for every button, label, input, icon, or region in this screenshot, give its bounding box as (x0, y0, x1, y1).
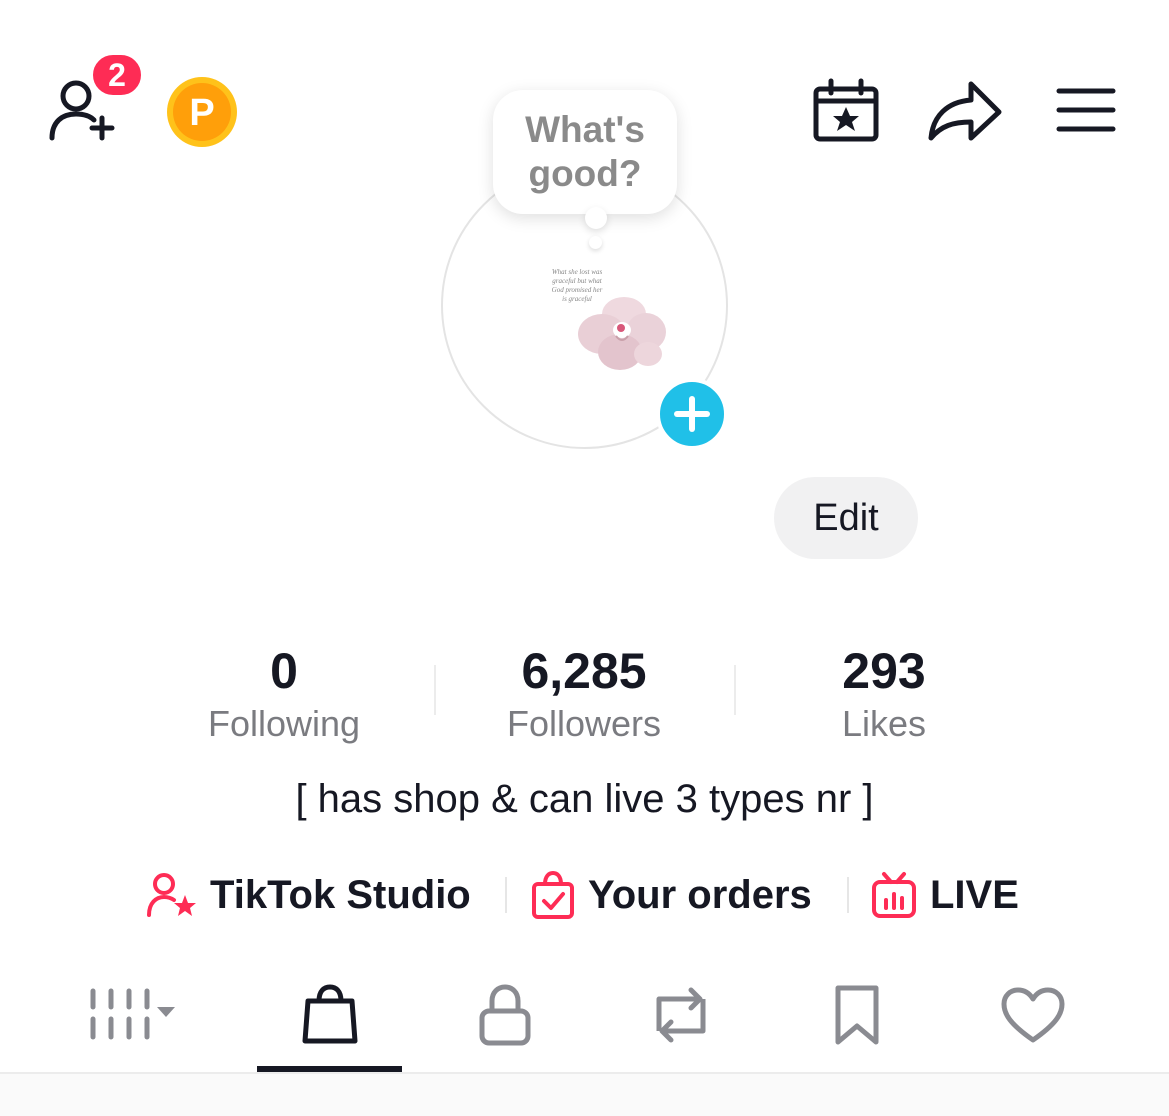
content-area-top (0, 1074, 1169, 1116)
live-tv-icon (872, 872, 916, 918)
your-orders-link[interactable]: Your orders (530, 866, 812, 924)
coin-icon[interactable]: P (165, 75, 239, 149)
following-stat[interactable]: 0 Following (154, 640, 414, 746)
tab-favorites[interactable] (782, 975, 932, 1055)
edit-profile-button[interactable]: Edit (774, 477, 918, 559)
live-label: LIVE (930, 872, 1019, 917)
plus-icon (674, 396, 710, 432)
stat-divider (434, 665, 436, 715)
bookmark-icon (835, 985, 879, 1045)
tiktok-studio-label: TikTok Studio (210, 872, 471, 917)
calendar-star-icon[interactable] (808, 76, 884, 146)
following-label: Following (207, 703, 361, 744)
likes-count: 293 (842, 643, 926, 699)
tab-liked[interactable] (958, 975, 1108, 1055)
tab-videos-grid[interactable] (60, 975, 210, 1055)
following-count: 0 (270, 643, 298, 699)
thought-bubble-dot-small (589, 236, 602, 249)
lock-icon (479, 984, 531, 1046)
status-thought-bubble[interactable]: What's good? (493, 90, 677, 214)
menu-icon[interactable] (1050, 80, 1122, 140)
followers-stat[interactable]: 6,285 Followers (454, 640, 714, 746)
followers-label: Followers (506, 703, 662, 744)
tab-shop[interactable] (255, 975, 405, 1055)
grid-bars-dropdown-icon (90, 988, 175, 1040)
tab-private[interactable] (430, 975, 580, 1055)
heart-icon (1001, 987, 1065, 1043)
likes-label: Likes (841, 703, 927, 744)
profile-page: 2 P What she lost was graceful but what (0, 0, 1169, 1116)
likes-stat[interactable]: 293 Likes (754, 640, 1014, 746)
quick-link-divider (505, 877, 507, 913)
add-story-button[interactable] (656, 378, 728, 450)
shopping-bag-icon (302, 984, 358, 1044)
friend-request-badge: 2 (90, 52, 144, 98)
thought-line-1: What's (525, 109, 645, 150)
tab-reposts[interactable] (606, 975, 756, 1055)
repost-icon (656, 987, 706, 1043)
thought-line-2: good? (528, 153, 642, 194)
tiktok-studio-link[interactable]: TikTok Studio (146, 866, 471, 924)
your-orders-label: Your orders (588, 872, 812, 917)
share-icon[interactable] (925, 76, 1005, 146)
creator-star-icon (147, 873, 196, 917)
thought-bubble-dot (585, 207, 607, 229)
coin-letter: P (189, 92, 214, 134)
orchid-flower-image (578, 297, 666, 370)
followers-count: 6,285 (521, 643, 647, 699)
shopping-bag-icon (532, 870, 574, 919)
stat-divider (734, 665, 736, 715)
quick-link-divider (847, 877, 849, 913)
profile-bio: [ has shop & can live 3 types nr ] (295, 777, 874, 821)
live-link[interactable]: LIVE (870, 866, 1019, 924)
